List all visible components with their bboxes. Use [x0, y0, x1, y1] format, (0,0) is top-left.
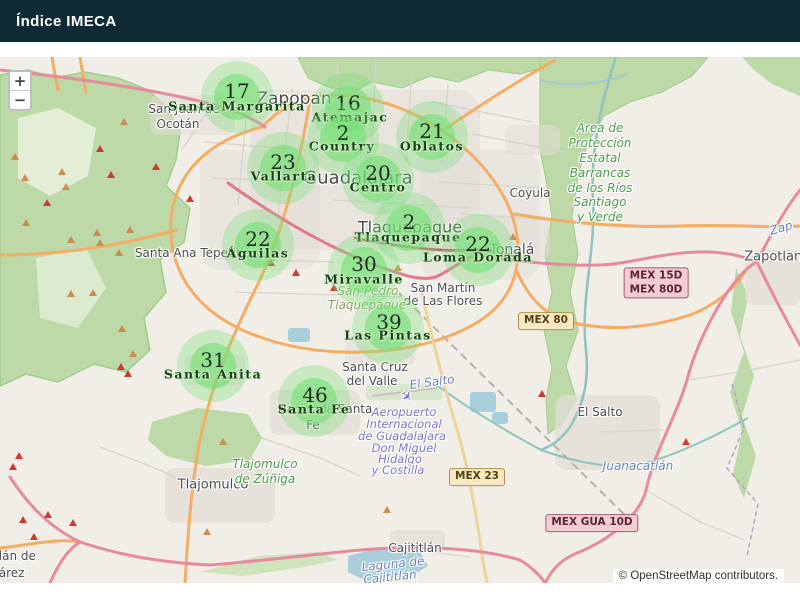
road-badge-mex23: MEX 23 — [449, 468, 505, 486]
road-badge-mex80: MEX 80 — [518, 312, 574, 330]
station-name: Oblatos — [400, 139, 464, 154]
attribution-link[interactable]: OpenStreetMap — [630, 570, 711, 582]
app-header: Índice IMECA — [0, 0, 800, 42]
map-attribution: © OpenStreetMap contributors. — [613, 569, 784, 583]
station-name: Santa Margarita — [168, 99, 306, 114]
station-name: Miravalle — [324, 272, 404, 287]
attribution-copyright: © — [619, 570, 631, 582]
page-title: Índice IMECA — [0, 13, 117, 30]
station-name: Centro — [350, 180, 407, 195]
zoom-in-button[interactable]: + — [10, 72, 30, 90]
attribution-suffix: contributors. — [712, 570, 778, 582]
station-name: Loma Dorada — [423, 250, 533, 265]
map-container[interactable]: Zapopan Guadalajara Tlaquepaque Tonalá C… — [0, 57, 800, 583]
station-name: Las Pintas — [344, 328, 431, 343]
station-name: Santa Anita — [164, 367, 262, 382]
station-name: Águilas — [227, 246, 290, 261]
station-name: Santa Fe — [278, 402, 351, 417]
zoom-control: + − — [8, 70, 32, 111]
station-name: Vallarta — [251, 169, 318, 184]
road-badge-mex15d-80d: MEX 15D MEX 80D — [624, 267, 689, 298]
zoom-out-button[interactable]: − — [10, 90, 30, 109]
road-badge-mexgua10d: MEX GUA 10D — [545, 514, 638, 532]
